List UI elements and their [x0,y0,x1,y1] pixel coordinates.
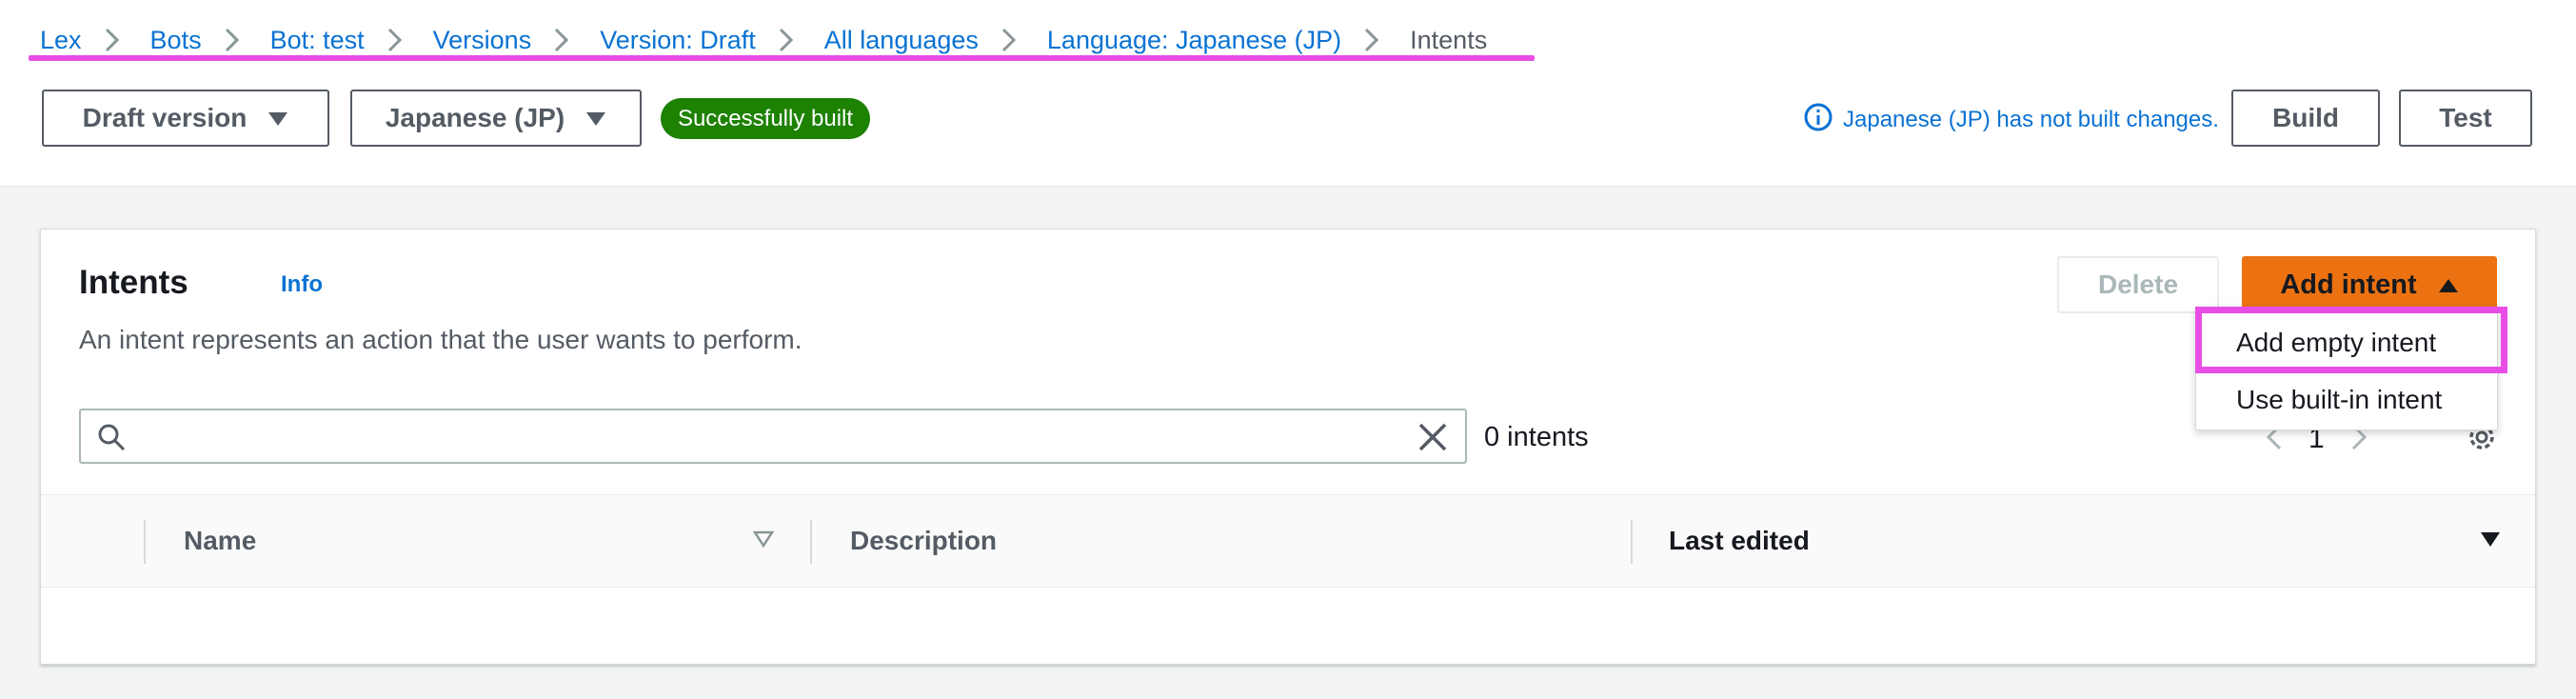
version-select[interactable]: Draft version [42,90,329,147]
breadcrumb-version[interactable]: Version: Draft [600,26,756,55]
info-icon [1803,102,1843,139]
caret-up-icon [2438,270,2459,301]
add-intent-menu: Add empty intent Use built-in intent [2195,307,2498,430]
highlight-underline [29,55,1535,61]
sort-icon[interactable] [2480,529,2501,553]
column-description[interactable]: Description [850,526,997,556]
column-name[interactable]: Name [184,526,256,556]
version-select-label: Draft version [82,103,248,132]
search-field[interactable] [79,409,1467,464]
title-counter-placeholder [203,264,256,304]
breadcrumb-language[interactable]: Language: Japanese (JP) [1047,26,1341,55]
chevron-right-icon [1341,21,1410,59]
build-notice: Japanese (JP) has not built changes. [1803,103,2219,137]
language-select[interactable]: Japanese (JP) [350,90,642,147]
chevron-right-icon [202,21,270,59]
menu-item-add-empty-intent[interactable]: Add empty intent [2196,313,2497,372]
menu-item-use-built-in-intent[interactable]: Use built-in intent [2196,370,2497,429]
column-last-edited[interactable]: Last edited [1669,526,1810,556]
breadcrumb-all-languages[interactable]: All languages [824,26,979,55]
breadcrumb: Lex Bots Bot: test Versions Version: Dra… [40,21,1487,59]
add-intent-label: Add intent [2280,269,2417,300]
column-divider [810,520,812,564]
build-button[interactable]: Build [2231,90,2380,147]
chevron-right-icon [365,21,433,59]
language-select-label: Japanese (JP) [385,103,565,132]
table-header: Name Description Last edited [41,494,2535,588]
close-icon[interactable] [1417,422,1448,457]
build-notice-text: Japanese (JP) has not built changes. [1843,107,2219,132]
info-link[interactable]: Info [281,271,323,298]
caret-down-icon [268,103,288,133]
top-bar: Lex Bots Bot: test Versions Version: Dra… [0,0,2576,187]
breadcrumb-bot[interactable]: Bot: test [270,26,365,55]
chevron-right-icon [756,21,824,59]
test-button[interactable]: Test [2399,90,2532,147]
chevron-right-icon [531,21,600,59]
breadcrumb-versions[interactable]: Versions [433,26,532,55]
breadcrumb-bots[interactable]: Bots [150,26,202,55]
breadcrumb-lex[interactable]: Lex [40,26,82,55]
chevron-right-icon [979,21,1047,59]
sort-icon[interactable] [752,529,775,553]
breadcrumb-current: Intents [1410,25,1488,54]
add-intent-button[interactable]: Add intent [2242,256,2497,313]
status-badge: Successfully built [661,98,870,139]
caret-down-icon [585,103,606,133]
panel-description: An intent represents an action that the … [79,325,803,354]
panel-title: Intents [79,264,188,301]
search-icon [96,422,127,457]
column-divider [144,520,146,564]
intents-panel: Intents Info An intent represents an act… [40,229,2536,665]
intents-count: 0 intents [1484,422,1589,452]
search-input[interactable] [142,418,1379,454]
column-divider [1631,520,1633,564]
delete-button[interactable]: Delete [2057,256,2219,313]
chevron-right-icon [82,21,150,59]
